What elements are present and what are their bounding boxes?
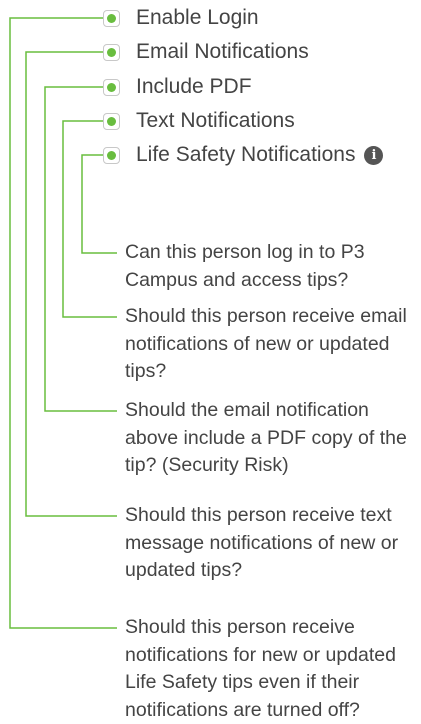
connector-life-safety-notifications [81, 154, 117, 254]
checked-dot-icon [107, 82, 116, 92]
connector-include-pdf [44, 86, 117, 412]
email-notifications-checkbox[interactable] [103, 43, 120, 61]
text-notifications-checkbox[interactable] [103, 112, 120, 130]
option-text-notifications[interactable]: Text Notifications [103, 108, 295, 134]
include-pdf-checkbox[interactable] [103, 78, 120, 96]
option-label: Email Notifications [136, 40, 309, 63]
life-safety-notifications-checkbox[interactable] [103, 146, 120, 164]
description-text-notifications: Should this person receive text message … [125, 504, 399, 581]
option-enable-login[interactable]: Enable Login [103, 5, 259, 31]
description-include-pdf: Should the email notification above incl… [125, 399, 407, 476]
option-label: Life Safety Notifications [136, 143, 356, 166]
option-label: Enable Login [136, 6, 259, 29]
option-label: Text Notifications [136, 109, 295, 132]
description-enable-login: Can this person log in to P3 Campus and … [125, 241, 365, 291]
option-email-notifications[interactable]: Email Notifications [103, 39, 309, 65]
description-email-notifications: Should this person receive email notific… [125, 305, 407, 382]
checked-dot-icon [107, 116, 116, 126]
description-life-safety-notifications: Should this person receive notifications… [125, 616, 397, 721]
checked-dot-icon [107, 150, 116, 160]
option-life-safety-notifications[interactable]: Life Safety Notifications i [103, 142, 384, 168]
enable-login-checkbox[interactable] [103, 9, 120, 27]
info-icon[interactable]: i [364, 145, 384, 165]
checked-dot-icon [107, 13, 116, 23]
option-include-pdf[interactable]: Include PDF [103, 74, 252, 100]
option-label: Include PDF [136, 75, 252, 98]
checked-dot-icon [107, 47, 116, 57]
